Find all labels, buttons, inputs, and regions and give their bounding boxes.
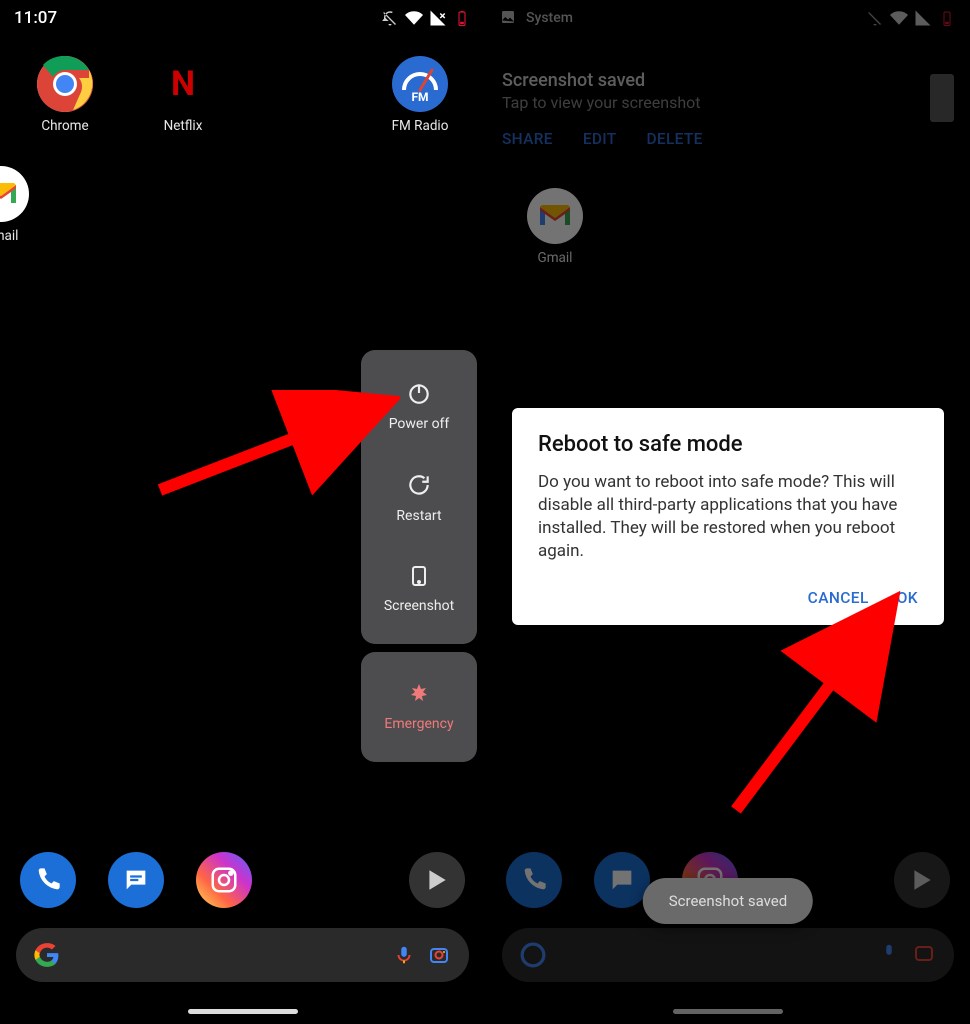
- notification-action-share[interactable]: SHARE: [502, 130, 553, 148]
- screenshot-notification[interactable]: Screenshot saved Tap to view your screen…: [494, 60, 962, 160]
- power-menu: Power off Restart Screenshot Emergency: [361, 350, 477, 762]
- instagram-icon: [209, 865, 239, 895]
- status-bar: 11:07: [0, 0, 485, 36]
- google-logo-icon: [520, 942, 546, 968]
- dock-phone[interactable]: [20, 852, 76, 908]
- google-logo-icon: [34, 942, 60, 968]
- dnd-off-icon: [381, 9, 399, 27]
- app-gmail[interactable]: Gmail: [0, 158, 60, 244]
- battery-low-icon: [453, 9, 471, 27]
- app-label: Gmail: [0, 228, 18, 244]
- notification-action-edit[interactable]: EDIT: [583, 130, 617, 148]
- status-bar: System: [486, 0, 970, 36]
- dock-phone[interactable]: [506, 852, 562, 908]
- screenshot-icon: [407, 564, 431, 592]
- notification-subtitle: Tap to view your screenshot: [502, 93, 954, 112]
- toast: Screenshot saved: [643, 878, 813, 924]
- netflix-icon: N: [155, 56, 211, 112]
- dock-instagram[interactable]: [196, 852, 252, 908]
- dnd-off-icon: [866, 9, 884, 27]
- dialog-ok-button[interactable]: OK: [897, 589, 918, 607]
- wifi-icon: [890, 9, 908, 27]
- gmail-icon: [0, 166, 29, 222]
- dock-messages[interactable]: [108, 852, 164, 908]
- search-bar[interactable]: [502, 928, 954, 982]
- nav-handle[interactable]: [673, 1009, 783, 1014]
- app-label: Netflix: [164, 118, 203, 134]
- dialog-body: Do you want to reboot into safe mode? Th…: [538, 471, 918, 563]
- phone-icon: [34, 866, 62, 894]
- app-label: FM Radio: [392, 118, 449, 134]
- dialog-cancel-button[interactable]: CANCEL: [808, 589, 869, 607]
- emergency-icon: [407, 682, 431, 710]
- signal-no-service-icon: [429, 9, 447, 27]
- dock-play-store[interactable]: [894, 852, 950, 908]
- phone-left: 11:07: [0, 0, 485, 1024]
- fmradio-icon: FM: [392, 56, 448, 112]
- battery-low-icon: [938, 9, 956, 27]
- clock: 11:07: [14, 8, 57, 28]
- app-netflix[interactable]: N Netflix: [124, 48, 242, 134]
- dock-play-store[interactable]: [409, 852, 465, 908]
- mic-icon[interactable]: [393, 944, 415, 966]
- gmail-icon: [527, 188, 583, 244]
- power-menu-screenshot[interactable]: Screenshot: [361, 544, 477, 634]
- app-gmail[interactable]: Gmail: [496, 180, 614, 266]
- notification-action-delete[interactable]: DELETE: [647, 130, 703, 148]
- restart-icon: [406, 472, 432, 502]
- phone-right: System Screenshot saved Tap to view your…: [485, 0, 970, 1024]
- signal-no-service-icon: [914, 9, 932, 27]
- nav-handle[interactable]: [188, 1009, 298, 1014]
- search-bar[interactable]: [16, 928, 469, 982]
- messages-icon: [122, 866, 150, 894]
- notification-title: Screenshot saved: [502, 70, 954, 91]
- lens-icon[interactable]: [912, 941, 936, 969]
- app-fmradio[interactable]: FM FM Radio: [361, 48, 479, 134]
- mic-icon[interactable]: [878, 942, 900, 968]
- power-menu-restart[interactable]: Restart: [361, 452, 477, 544]
- app-chrome[interactable]: Chrome: [6, 48, 124, 134]
- chrome-icon: [37, 56, 93, 112]
- home-app-grid: Chrome N Netflix FM FM Radio: [0, 48, 485, 244]
- dialog-title: Reboot to safe mode: [538, 432, 918, 457]
- image-icon: [500, 9, 518, 27]
- app-label: Chrome: [41, 118, 88, 134]
- play-store-icon: [424, 867, 450, 893]
- power-icon: [406, 380, 432, 410]
- app-label: Gmail: [538, 250, 573, 266]
- screenshot-thumbnail[interactable]: [930, 74, 954, 122]
- power-menu-emergency[interactable]: Emergency: [361, 662, 477, 752]
- safe-mode-dialog: Reboot to safe mode Do you want to reboo…: [512, 408, 944, 625]
- status-app-name: System: [526, 10, 573, 26]
- wifi-icon: [405, 9, 423, 27]
- dock-messages[interactable]: [594, 852, 650, 908]
- power-menu-power-off[interactable]: Power off: [361, 360, 477, 452]
- dock: [0, 852, 485, 908]
- lens-icon[interactable]: [427, 943, 451, 967]
